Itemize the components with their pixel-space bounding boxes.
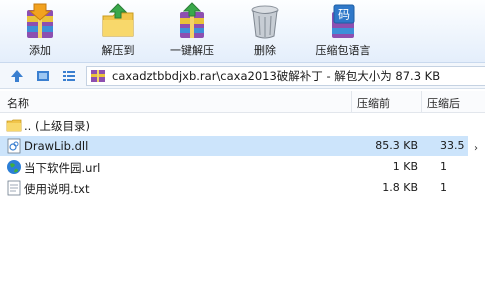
archive-language-icon: 码 (323, 2, 363, 40)
text-file-icon (6, 180, 22, 196)
file-packed-size: 1 (440, 181, 447, 194)
extract-to-icon (98, 2, 138, 40)
archive-language-button[interactable]: 码 压缩包语言 (306, 2, 380, 60)
globe-url-icon (6, 159, 22, 175)
file-name: DrawLib.dll (24, 139, 89, 153)
one-click-extract-icon (172, 2, 212, 40)
address-path: caxadztbbdjxb.rar\caxa2013破解补丁 - 解包大小为 8… (112, 69, 441, 83)
file-packed-size: 33.5 (440, 139, 465, 152)
folder-up-icon (6, 117, 22, 133)
address-field[interactable]: caxadztbbdjxb.rar\caxa2013破解补丁 - 解包大小为 8… (86, 66, 485, 86)
toolbar: 添加 解压到 一键解压 删除 码 压缩包语言 (0, 0, 485, 63)
extract-to-label: 解压到 (101, 44, 135, 57)
dll-file-icon (6, 138, 22, 154)
column-header-packed[interactable]: 压缩后 (427, 95, 460, 111)
delete-label: 删除 (254, 44, 276, 57)
archive-icon (90, 69, 106, 83)
add-button-label: 添加 (29, 44, 51, 57)
add-archive-icon (20, 2, 60, 40)
file-size: 1 KB (392, 160, 418, 173)
list-view-icon[interactable] (60, 67, 78, 85)
list-item-url-file[interactable]: 当下软件园.url 1 KB 1 (0, 157, 468, 177)
list-item-txt-file[interactable]: 使用说明.txt 1.8 KB 1 (0, 178, 468, 198)
delete-button[interactable]: 删除 (248, 2, 282, 60)
one-click-extract-button[interactable]: 一键解压 (164, 2, 220, 60)
column-header-name[interactable]: 名称 (7, 95, 29, 111)
file-packed-size: 1 (440, 160, 447, 173)
file-name: .. (上级目录) (24, 119, 90, 133)
up-arrow-icon[interactable] (8, 67, 26, 85)
one-click-extract-label: 一键解压 (170, 44, 214, 57)
trash-icon (245, 2, 285, 40)
file-size: 85.3 KB (375, 139, 418, 152)
column-divider[interactable] (421, 91, 422, 113)
file-name: 使用说明.txt (24, 182, 90, 196)
scroll-marker: › (474, 143, 478, 154)
column-divider[interactable] (351, 91, 352, 113)
address-bar: caxadztbbdjxb.rar\caxa2013破解补丁 - 解包大小为 8… (0, 63, 485, 89)
language-glyph: 码 (338, 8, 350, 22)
list-item-drawlib-dll[interactable]: DrawLib.dll 85.3 KB 33.5 (0, 136, 468, 156)
file-name: 当下软件园.url (24, 161, 101, 175)
list-item-parent-directory[interactable]: .. (上级目录) (0, 115, 468, 135)
archive-language-label: 压缩包语言 (315, 44, 371, 57)
thumbnail-view-icon[interactable] (34, 67, 52, 85)
add-button[interactable]: 添加 (18, 2, 62, 60)
vertical-scrollbar[interactable]: › (468, 113, 485, 284)
extract-to-button[interactable]: 解压到 (94, 2, 142, 60)
file-size: 1.8 KB (382, 181, 418, 194)
column-header-size[interactable]: 压缩前 (357, 95, 390, 111)
column-header-row: 名称 压缩前 压缩后 (0, 91, 485, 113)
